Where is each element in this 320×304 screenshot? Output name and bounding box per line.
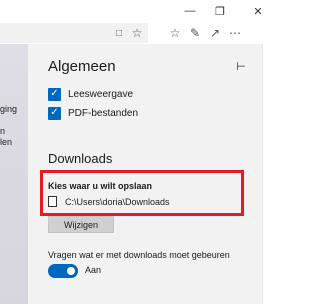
highlight-box — [40, 170, 244, 216]
panel-title: Algemeen — [48, 58, 116, 75]
file-icon — [48, 196, 57, 207]
toggle-knob — [67, 267, 75, 275]
page-text-fragment: len — [0, 137, 13, 147]
browser-toolbar: □ ☆ ☆ ✎ ↗ ⋯ — [0, 22, 300, 44]
save-location-row: C:\Users\doria\Downloads — [48, 196, 170, 207]
save-location-label: Kies waar u wilt opslaan — [48, 181, 153, 191]
page-content-left: ging n len — [0, 44, 28, 304]
close-icon[interactable]: ✕ — [243, 0, 273, 22]
page-content-right — [262, 44, 300, 304]
checkbox-pdf-files[interactable]: ✓ PDF-bestanden — [48, 105, 138, 121]
pin-icon[interactable]: ⊢ — [233, 59, 249, 73]
checkbox-label: Leesweergave — [68, 88, 134, 100]
ask-downloads-toggle[interactable] — [48, 264, 78, 278]
checkmark-icon[interactable]: ✓ — [48, 87, 61, 101]
save-location-path: C:\Users\doria\Downloads — [65, 196, 170, 207]
settings-panel: Algemeen ⊢ ✓ Leesweergave ✓ PDF-bestande… — [28, 44, 258, 304]
minimize-icon[interactable]: — — [175, 0, 205, 22]
page-text-fragment: n — [0, 126, 6, 136]
toggle-state-label: Aan — [85, 265, 102, 275]
share-icon[interactable]: ↗ — [206, 22, 224, 44]
checkmark-icon[interactable]: ✓ — [48, 106, 61, 120]
change-location-button[interactable]: Wijzigen — [48, 216, 114, 233]
checkbox-label: PDF-bestanden — [68, 107, 139, 119]
notes-pen-icon[interactable]: ✎ — [186, 22, 204, 44]
downloads-heading: Downloads — [48, 151, 113, 166]
ask-downloads-label: Vragen wat er met downloads moet gebeure… — [48, 250, 230, 260]
page-text-fragment: ging — [0, 104, 18, 114]
reading-view-icon[interactable]: □ — [110, 22, 128, 44]
favorites-hub-icon[interactable]: ☆ — [166, 22, 184, 44]
more-dots-icon[interactable]: ⋯ — [226, 22, 244, 44]
checkbox-reading-view[interactable]: ✓ Leesweergave — [48, 86, 133, 102]
restore-icon[interactable]: ❐ — [205, 0, 235, 22]
title-bar: — ❐ ✕ — [0, 0, 300, 22]
favorite-star-icon[interactable]: ☆ — [128, 22, 146, 44]
